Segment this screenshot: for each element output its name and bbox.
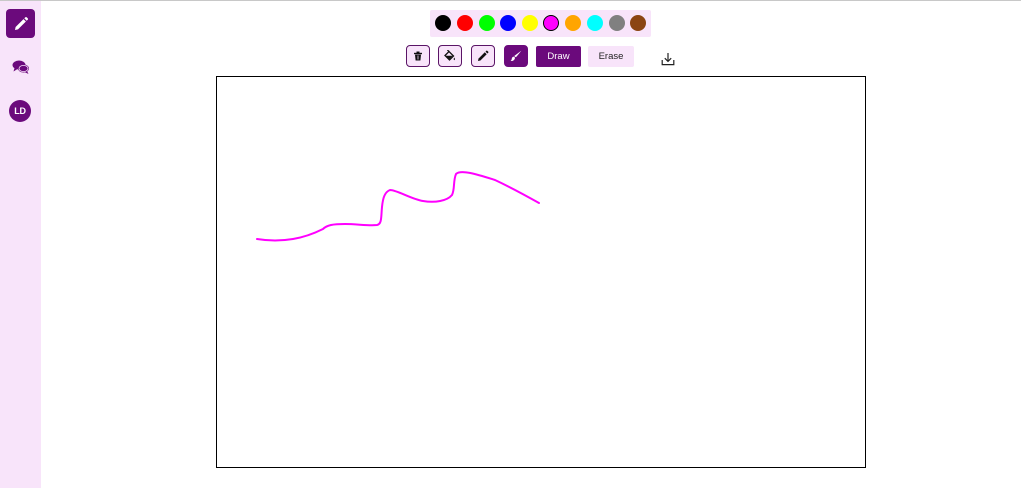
draw-mode-button[interactable]: Draw [536, 46, 581, 67]
pencil-button[interactable] [471, 45, 495, 67]
paint-bucket-icon [444, 50, 455, 61]
erase-mode-button[interactable]: Erase [588, 46, 634, 67]
erase-mode-label: Erase [598, 51, 624, 62]
color-palette [430, 10, 651, 37]
draw-mode-label: Draw [547, 51, 570, 62]
avatar-initials: LD [14, 106, 26, 116]
trash-icon [414, 51, 422, 61]
color-swatch-yellow[interactable] [522, 15, 538, 31]
color-swatch-orange[interactable] [565, 15, 581, 31]
pencil-icon [14, 16, 28, 30]
download-icon [661, 53, 675, 66]
window-top-border [0, 0, 1021, 1]
drawing-canvas[interactable] [216, 76, 866, 468]
chat-bubbles-icon [12, 60, 29, 74]
color-swatch-magenta[interactable] [543, 15, 559, 31]
drawn-stroke [256, 171, 540, 242]
color-swatch-red[interactable] [457, 15, 473, 31]
color-swatch-brown[interactable] [630, 15, 646, 31]
pencil-icon [478, 50, 489, 61]
color-swatch-black[interactable] [435, 15, 451, 31]
color-swatch-green[interactable] [479, 15, 495, 31]
color-swatch-blue[interactable] [500, 15, 516, 31]
fill-button[interactable] [438, 45, 462, 67]
brush-icon [510, 50, 522, 62]
color-swatch-gray[interactable] [609, 15, 625, 31]
canvas-drawing-layer [256, 171, 540, 242]
clear-button[interactable] [406, 45, 430, 67]
sidebar-item-chat[interactable] [6, 52, 35, 81]
color-swatch-cyan[interactable] [587, 15, 603, 31]
brush-button[interactable] [504, 45, 528, 67]
sidebar-item-draw[interactable] [6, 9, 35, 38]
sidebar: LD [0, 1, 41, 488]
avatar[interactable]: LD [9, 100, 31, 122]
download-button[interactable] [661, 52, 675, 66]
